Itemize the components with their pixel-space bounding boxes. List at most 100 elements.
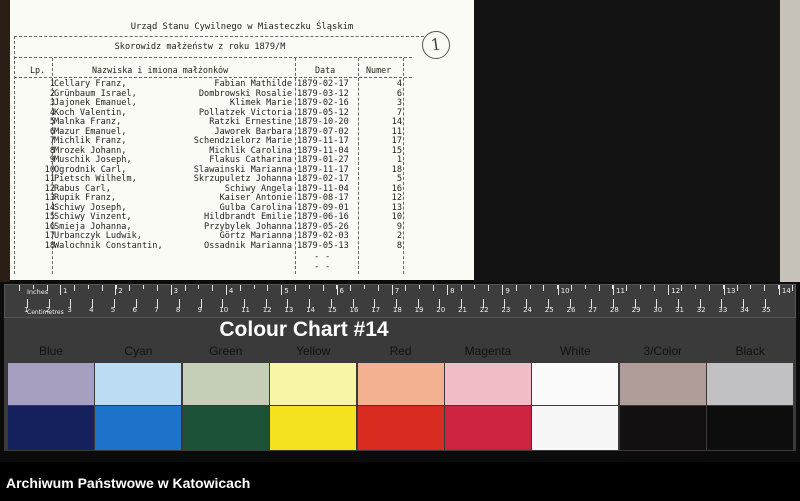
fraction-tick [212,285,214,291]
fraction-tick [736,285,738,291]
divider-line [14,77,412,78]
book-background [474,0,800,282]
colour-chart-title: Colour Chart #14 [219,318,389,341]
inch-number: 10 [560,287,570,295]
fraction-tick [253,285,255,289]
fraction-tick [239,285,241,291]
swatch-light-white [532,363,619,405]
fraction-tick [584,285,586,289]
inch-tick [778,285,780,295]
cm-number: 4 [89,306,94,314]
divider-line [14,36,424,37]
archive-name: Archiwum Państwowe w Katowicach [6,475,251,491]
fraction-tick [722,285,724,289]
inch-number: 8 [450,287,455,295]
book-cover-edge [780,0,800,282]
swatch-label-3-color: 3/Color [643,344,683,358]
swatch-label-cyan: Cyan [124,344,153,358]
swatch-label-white: White [560,344,591,358]
header-number: Numer [366,65,392,75]
swatch-dark-magenta [445,406,531,450]
fraction-tick [88,285,89,289]
swatch-light-yellow [270,363,357,405]
fraction-tick [433,285,434,291]
cm-number: 16 [349,306,359,314]
inch-number: 6 [339,287,344,295]
inch-number: 14 [781,287,791,295]
fraction-tick [529,285,531,289]
fraction-tick [322,285,324,291]
swatch-dark-red [357,406,444,450]
fraction-tick [515,285,517,291]
fraction-tick [571,285,572,291]
swatch-dark-cyan [95,406,182,450]
fraction-tick [626,285,628,291]
fraction-tick [74,285,76,291]
fraction-tick [115,285,117,289]
header-date: Data [315,65,336,75]
fraction-tick [46,285,48,291]
cm-number: 27 [588,306,598,314]
fraction-tick [612,285,614,289]
inch-number: 9 [505,287,510,295]
inch-number: 13 [726,287,736,295]
header-lp: Lp. [30,65,46,75]
fraction-tick [543,285,545,291]
fraction-tick [405,285,407,291]
fraction-tick [19,285,20,291]
cm-number: 29 [631,306,641,314]
swatch-dark-blue [8,406,94,450]
cm-number: 24 [523,306,533,314]
swatch-light-green [182,363,269,405]
cm-number: 31 [675,306,684,314]
cm-number: 12 [262,306,272,314]
swatch-dark-green [182,406,269,450]
fraction-tick [419,285,421,289]
swatch-label-blue: Blue [38,344,64,358]
cm-number: 8 [175,306,181,314]
fraction-tick [391,285,393,289]
fraction-tick [764,285,766,291]
colour-chart: Colour Chart #14 Blue Cyan Green Yellow Red M… [4,318,796,451]
fraction-tick [184,285,186,291]
cm-number: 9 [197,306,203,314]
swatch-label-magenta: Magenta [464,344,512,358]
empty-date-mark: - - [314,262,331,272]
marriage-entries: 1 Cellary Franz, Fabian Mathilde 1879-02-17… [10,79,474,251]
fraction-tick [446,285,448,289]
fraction-tick [143,285,145,289]
fraction-tick [308,285,310,289]
fraction-tick [598,285,600,291]
cm-number: 7 [154,306,159,314]
cm-number: 14 [306,306,316,314]
fraction-tick [295,285,296,291]
swatch-label-red: Red [389,344,412,358]
inch-number: 1 [63,287,68,295]
groom-name: Walochnik Constantin, [54,240,163,251]
cm-number: 15 [327,306,337,314]
fraction-tick [336,285,338,289]
swatch-dark-white [532,406,619,450]
swatch-dark-yellow [270,406,357,450]
cm-number: 2 [45,306,51,314]
bride-name: Ossadnik Marianna [204,240,292,251]
cm-number: 21 [458,306,467,314]
fraction-tick [129,285,131,291]
marriage-index-document: Urząd Stanu Cywilnego w Miasteczku Śląsk… [10,0,474,280]
fraction-tick [267,285,269,291]
fraction-tick [170,285,172,289]
fraction-tick [640,285,641,289]
fraction-tick [281,285,283,289]
handwritten-page-number: 1 [420,29,452,61]
fraction-tick [460,285,462,291]
cm-number: 3 [67,306,72,314]
swatch-light-cyan [95,363,182,405]
fraction-tick [350,285,352,291]
inch-number: 12 [671,287,681,295]
cm-number: 10 [219,306,229,314]
cm-number: 22 [479,306,489,314]
divider-line [14,57,412,58]
entry-number: 8 [396,240,402,251]
cm-number: 26 [566,306,576,314]
footer-bar: Archiwum Państwowe w Katowicach [0,462,800,501]
